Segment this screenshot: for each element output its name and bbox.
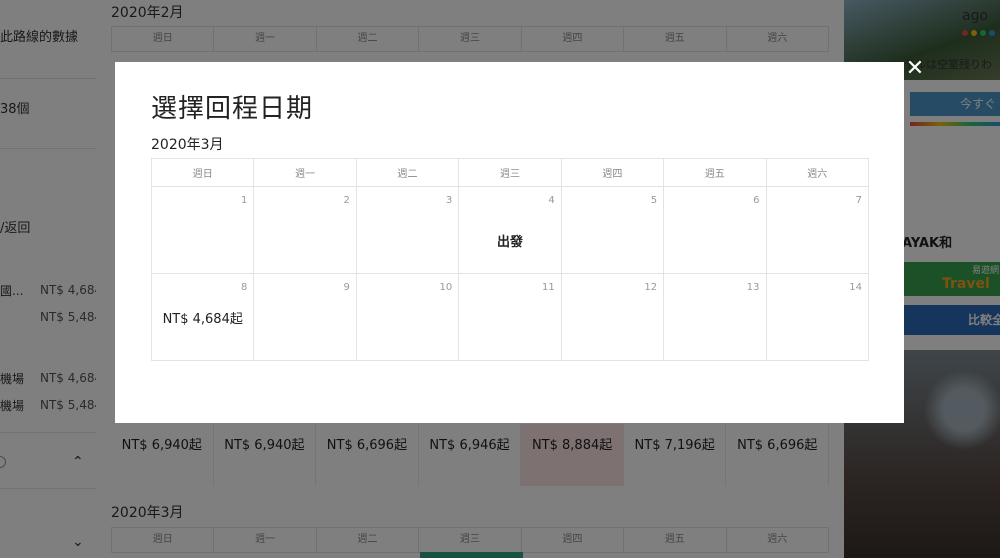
day-number: 10 [439, 282, 453, 293]
weekday-label: 週一 [253, 158, 357, 187]
weekday-label: 週四 [560, 158, 665, 187]
day-number: 13 [746, 282, 760, 293]
day-number: 4 [548, 195, 555, 206]
calendar-day-cell[interactable]: 7 [765, 186, 870, 274]
calendar-day-cell[interactable]: 1 [150, 186, 255, 274]
calendar-day-cell[interactable]: 8 NT$ 4,684起 [150, 273, 255, 361]
calendar-week-row: 8 NT$ 4,684起 9 10 11 12 13 14 [150, 273, 870, 361]
calendar-day-cell-departure[interactable]: 4 出發 [458, 186, 562, 274]
weekday-label: 週五 [663, 158, 767, 187]
calendar-day-cell[interactable]: 6 [663, 186, 767, 274]
calendar-day-cell[interactable]: 5 [560, 186, 665, 274]
weekday-label: 週日 [150, 158, 255, 187]
day-number: 5 [650, 195, 658, 206]
close-icon[interactable]: ✕ [903, 58, 927, 82]
day-number: 11 [541, 282, 555, 293]
calendar-day-cell[interactable]: 14 [765, 273, 870, 361]
weekday-label: 週二 [355, 158, 460, 187]
day-number: 3 [445, 195, 453, 206]
calendar-day-cell[interactable]: 3 [355, 186, 460, 274]
calendar-day-cell[interactable]: 11 [458, 273, 562, 361]
calendar-day-cell[interactable]: 9 [253, 273, 357, 361]
weekday-label: 週六 [765, 158, 870, 187]
weekday-header-row: 週日 週一 週二 週三 週四 週五 週六 [150, 158, 870, 187]
day-number: 7 [855, 195, 862, 206]
calendar-day-cell[interactable]: 10 [355, 273, 460, 361]
calendar-day-cell[interactable]: 13 [663, 273, 767, 361]
day-number: 8 [241, 282, 248, 293]
weekday-label: 週三 [458, 158, 562, 187]
calendar-day-cell[interactable]: 2 [253, 186, 357, 274]
day-number: 2 [343, 195, 350, 206]
day-number: 1 [241, 195, 248, 206]
modal-title: 選擇回程日期 [151, 94, 314, 124]
day-number: 14 [849, 282, 862, 293]
modal-month-title: 2020年3月 [151, 137, 224, 153]
day-number: 9 [343, 282, 350, 293]
day-number: 12 [644, 282, 658, 293]
day-number: 6 [753, 195, 760, 206]
date-picker-calendar: 週日 週一 週二 週三 週四 週五 週六 1 2 3 4 出發 5 6 7 8 NT… [150, 158, 870, 361]
day-price: NT$ 4,684起 [162, 312, 243, 327]
calendar-week-row: 1 2 3 4 出發 5 6 7 [150, 186, 870, 274]
return-date-modal: 選擇回程日期 2020年3月 週日 週一 週二 週三 週四 週五 週六 1 2 … [115, 62, 904, 423]
departure-label: 出發 [496, 235, 523, 250]
calendar-day-cell[interactable]: 12 [560, 273, 665, 361]
